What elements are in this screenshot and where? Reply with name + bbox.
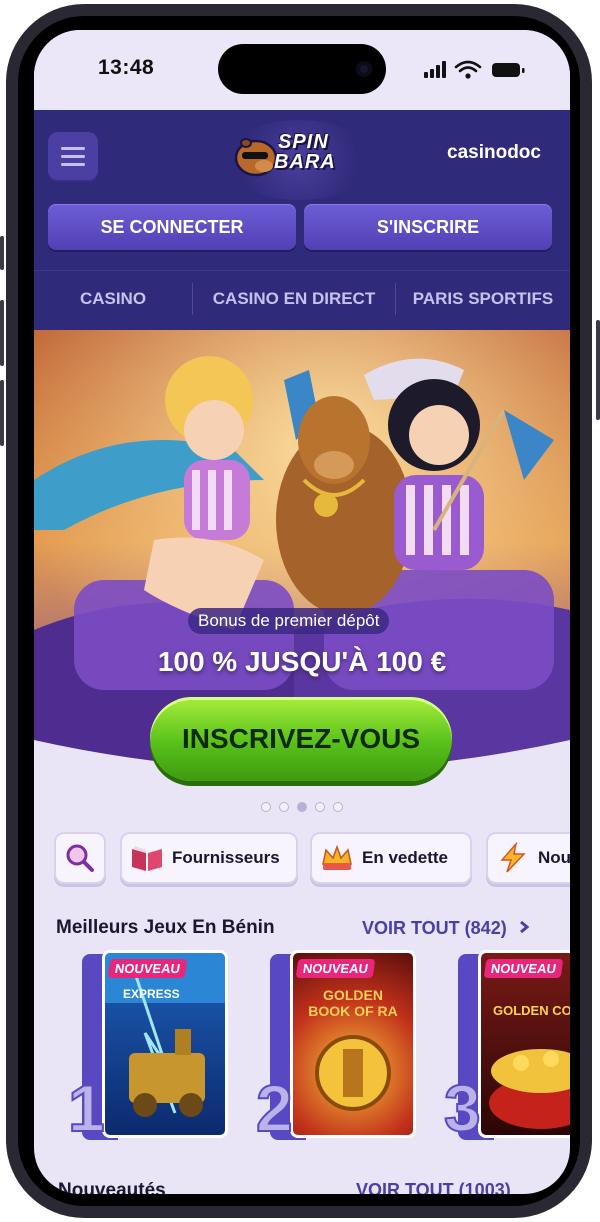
crown-icon (320, 841, 354, 875)
new-tag: NOUVEAU (295, 959, 376, 978)
game-thumbnail: NOUVEAU GOLDEN CO (478, 950, 570, 1138)
signal-icon (424, 61, 446, 78)
screen: 13:48 SPIN BARA casinodoc SE CONNECTER S… (34, 30, 570, 1194)
logo-word-2: BARA (274, 151, 336, 173)
menu-line-icon (61, 163, 85, 166)
main-nav: CASINO CASINO EN DIRECT PARIS SPORTIFS (34, 270, 570, 331)
camera-icon (356, 61, 372, 77)
carousel-dot-active[interactable] (297, 802, 307, 812)
search-icon (66, 844, 94, 872)
casinodoc-watermark: casinodoc (447, 142, 541, 163)
battery-icon (492, 63, 525, 77)
nav-item-sports-betting[interactable]: PARIS SPORTIFS (396, 271, 570, 327)
volume-down-button (0, 380, 4, 446)
signup-cta-button[interactable]: INSCRIVEZ-VOUS (150, 697, 452, 781)
game-rank: 2 (255, 1070, 294, 1146)
new-tag: NOUVEAU (107, 959, 188, 978)
chevron-right-icon (519, 920, 530, 934)
carousel-dot[interactable] (333, 802, 343, 812)
category-label: Fournisseurs (172, 848, 280, 867)
nav-item-live-casino[interactable]: CASINO EN DIRECT (193, 271, 395, 327)
game-rank: 3 (443, 1070, 482, 1146)
category-providers[interactable]: Fournisseurs (120, 832, 298, 884)
new-tag: NOUVEAU (483, 959, 564, 978)
logo-word-1: SPIN (278, 131, 329, 153)
view-all-new-games-link[interactable]: VOIR TOUT (1003) (356, 1180, 511, 1194)
power-button (596, 320, 600, 420)
mute-switch (0, 236, 4, 270)
nav-item-casino[interactable]: CASINO (34, 271, 192, 327)
game-card-3[interactable]: NOUVEAU GOLDEN CO 3 (443, 950, 570, 1146)
hamburger-menu-button[interactable] (48, 132, 98, 182)
carousel-dots (34, 802, 570, 816)
search-button[interactable] (54, 832, 106, 884)
category-label: En vedette (362, 848, 448, 867)
menu-line-icon (61, 155, 85, 158)
game-card-2[interactable]: NOUVEAU GOLDEN BOOK OF RA 2 (255, 950, 418, 1146)
category-new[interactable]: Nou (486, 832, 570, 884)
category-label: Nou (538, 848, 570, 867)
volume-up-button (0, 300, 4, 366)
carousel-dot[interactable] (279, 802, 289, 812)
carousel-dot[interactable] (261, 802, 271, 812)
book-icon (130, 841, 164, 875)
wifi-icon (454, 60, 482, 73)
status-time: 13:48 (98, 56, 155, 79)
bonus-headline: 100 % JUSQU'À 100 € (157, 646, 447, 677)
section-title-top-games: Meilleurs Jeux En Bénin (56, 917, 275, 938)
logo-wordmark: SPIN BARA (274, 131, 336, 172)
game-rank: 1 (67, 1070, 106, 1146)
status-icons (424, 60, 525, 79)
view-all-label: VOIR TOUT (842) (362, 918, 507, 938)
login-button[interactable]: SE CONNECTER (48, 204, 296, 250)
category-featured[interactable]: En vedette (310, 832, 472, 884)
carousel-dot[interactable] (315, 802, 325, 812)
menu-line-icon (61, 147, 85, 150)
lightning-icon (496, 841, 530, 875)
dynamic-island (218, 44, 386, 94)
game-card-1[interactable]: NOUVEAU EXPRESS 1 (67, 950, 230, 1146)
promo-banner[interactable]: Bonus de premier dépôt 100 % JUSQU'À 100… (34, 330, 570, 800)
section-title-new-games: Nouveautés (58, 1180, 166, 1194)
game-thumbnail: NOUVEAU EXPRESS (102, 950, 228, 1138)
game-thumbnail: NOUVEAU GOLDEN BOOK OF RA (290, 950, 416, 1138)
site-header: SPIN BARA casinodoc SE CONNECTER S'INSCR… (34, 110, 570, 270)
game-title: GOLDEN CO (493, 1003, 570, 1018)
view-all-top-games-link[interactable]: VOIR TOUT (842) (362, 918, 530, 939)
signup-button[interactable]: S'INSCRIRE (304, 204, 552, 250)
game-title: EXPRESS (123, 987, 180, 1001)
game-title: GOLDEN BOOK OF RA (308, 987, 398, 1019)
spinbara-logo[interactable]: SPIN BARA (234, 130, 364, 180)
bonus-badge: Bonus de premier dépôt (188, 608, 390, 634)
status-bar: 13:48 (34, 30, 570, 110)
